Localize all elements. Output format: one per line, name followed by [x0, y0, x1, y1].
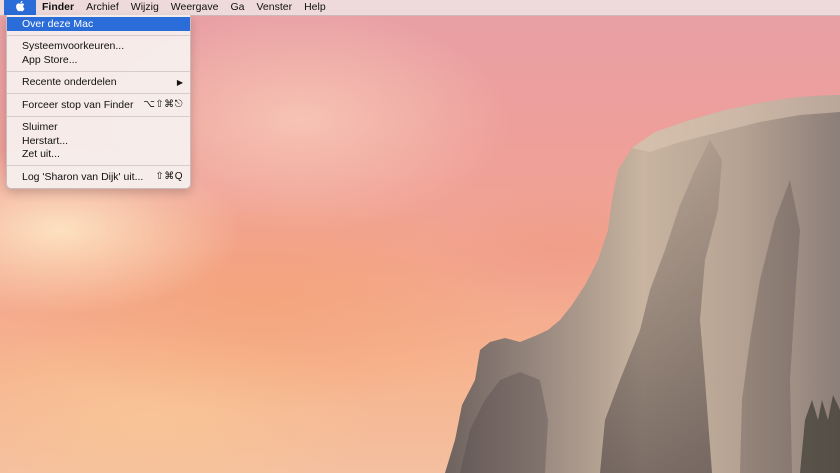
menu-separator: [7, 115, 190, 117]
menu-item-sleep[interactable]: Sluimer: [7, 121, 190, 135]
menu-weergave[interactable]: Weergave: [165, 0, 225, 15]
menu-item-restart[interactable]: Herstart...: [7, 134, 190, 148]
menu-item-recent-items[interactable]: Recente onderdelen ▶: [7, 76, 190, 90]
menu-ga[interactable]: Ga: [224, 0, 250, 15]
submenu-arrow-icon: ▶: [176, 77, 183, 87]
menu-item-system-preferences[interactable]: Systeemvoorkeuren...: [7, 40, 190, 54]
menu-venster[interactable]: Venster: [250, 0, 298, 15]
menu-separator: [7, 165, 190, 166]
menu-item-log-out[interactable]: Log 'Sharon van Dijk' uit... ⇧⌘Q: [7, 170, 190, 184]
menu-separator: [7, 70, 190, 72]
keyboard-shortcut: ⇧⌘Q: [155, 171, 183, 183]
menu-item-label: Log 'Sharon van Dijk' uit...: [22, 170, 144, 183]
menu-wijzig[interactable]: Wijzig: [125, 0, 165, 15]
menu-item-label: Recente onderdelen: [22, 76, 117, 89]
menu-item-label: Herstart...: [22, 134, 69, 147]
menu-item-label: Over deze Mac: [22, 17, 94, 30]
apple-menu-button[interactable]: [4, 0, 36, 15]
menu-item-label: Systeemvoorkeuren...: [22, 40, 125, 53]
apple-logo-icon: [15, 0, 25, 15]
menu-separator: [7, 34, 190, 36]
menu-item-about-this-mac[interactable]: Over deze Mac: [7, 17, 190, 31]
menu-finder[interactable]: Finder: [36, 0, 80, 15]
menu-item-app-store[interactable]: App Store...: [7, 53, 190, 67]
apple-menu-dropdown: Over deze Mac Systeemvoorkeuren... App S…: [6, 15, 191, 189]
menu-item-label: App Store...: [22, 53, 78, 66]
menu-item-force-quit[interactable]: Forceer stop van Finder ⌥⇧⌘⎋: [7, 98, 190, 112]
menu-item-label: Forceer stop van Finder: [22, 98, 134, 111]
keyboard-shortcut: ⌥⇧⌘⎋: [143, 99, 183, 111]
menu-item-shut-down[interactable]: Zet uit...: [7, 148, 190, 162]
menu-separator: [7, 93, 190, 94]
desktop[interactable]: Finder Archief Wijzig Weergave Ga Venste…: [0, 0, 840, 473]
menu-bar: Finder Archief Wijzig Weergave Ga Venste…: [0, 0, 840, 16]
menu-item-label: Sluimer: [22, 121, 58, 134]
menu-item-label: Zet uit...: [22, 148, 60, 161]
menu-archief[interactable]: Archief: [80, 0, 125, 15]
menu-help[interactable]: Help: [298, 0, 332, 15]
